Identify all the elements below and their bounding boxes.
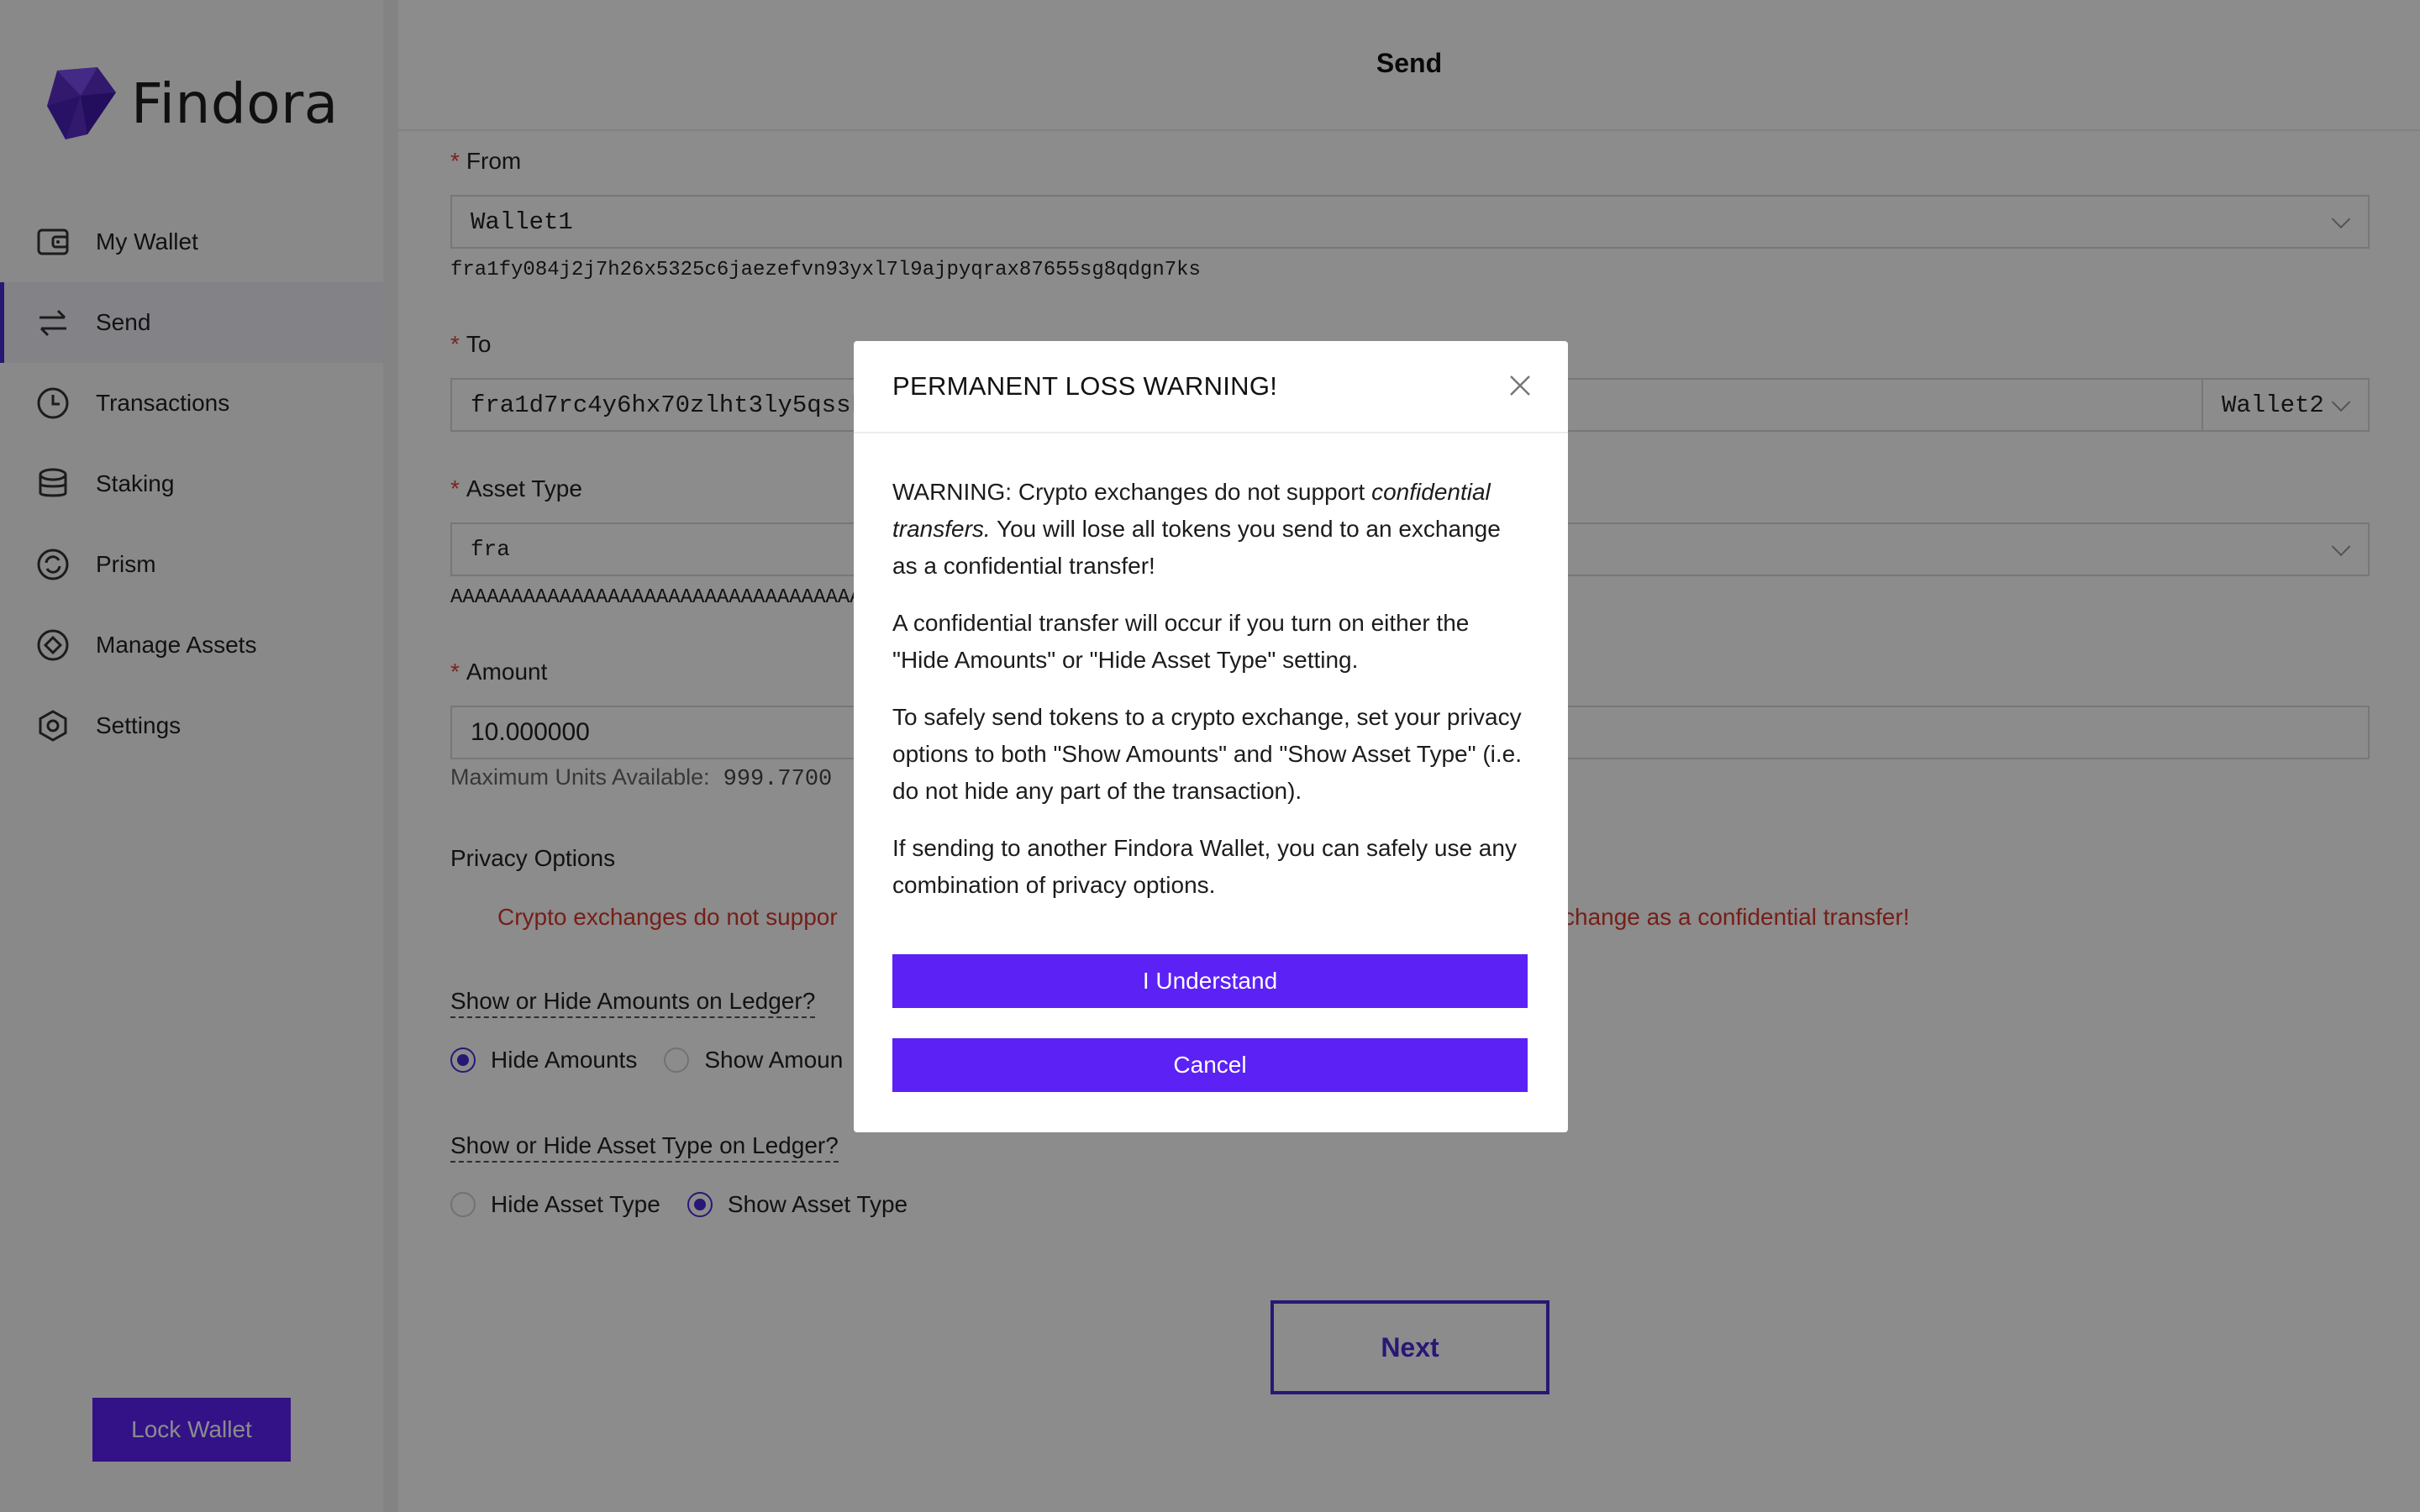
cancel-button[interactable]: Cancel	[892, 1038, 1528, 1092]
warning-paragraph-2: A confidential transfer will occur if yo…	[892, 610, 1470, 673]
warning-paragraph-4: If sending to another Findora Wallet, yo…	[892, 835, 1517, 898]
warning-p1-prefix: WARNING: Crypto exchanges do not support	[892, 479, 1372, 505]
permanent-loss-warning-modal: PERMANENT LOSS WARNING! WARNING: Crypto …	[854, 341, 1568, 1132]
warning-paragraph-1: WARNING: Crypto exchanges do not support…	[892, 474, 1529, 585]
app-root: Findora My Wallet Send Transactions Stak…	[0, 0, 2420, 1512]
warning-paragraph-3: To safely send tokens to a crypto exchan…	[892, 704, 1523, 804]
modal-body: WARNING: Crypto exchanges do not support…	[854, 433, 1568, 904]
i-understand-button[interactable]: I Understand	[892, 954, 1528, 1008]
close-icon[interactable]	[1507, 373, 1533, 398]
modal-title: PERMANENT LOSS WARNING!	[892, 371, 1278, 401]
modal-header: PERMANENT LOSS WARNING!	[854, 341, 1568, 433]
